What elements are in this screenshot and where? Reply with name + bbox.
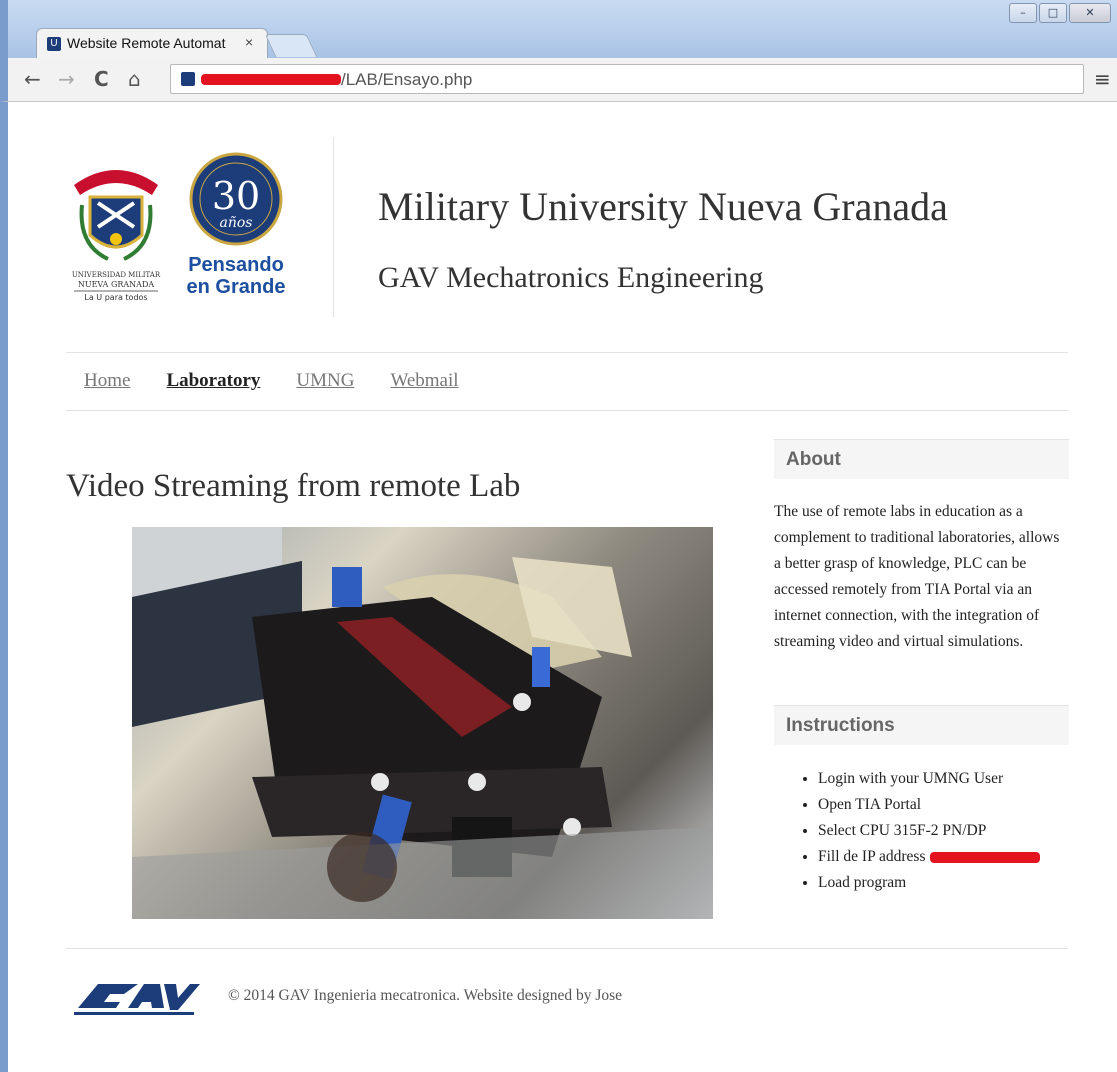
site-favicon-icon: U (47, 37, 61, 51)
browser-tab[interactable]: U Website Remote Automat × (36, 28, 268, 58)
tab-close-icon[interactable]: × (245, 34, 253, 50)
instruction-text: Open TIA Portal (818, 796, 922, 813)
list-item: Login with your UMNG User (818, 766, 1069, 792)
nav-webmail[interactable]: Webmail (390, 370, 458, 392)
umng-crest-logo: UNIVERSIDAD MILITAR NUEVA GRANADA La U p… (72, 170, 161, 302)
address-bar[interactable]: /LAB/Ensayo.php (170, 64, 1084, 94)
list-item: Load program (818, 870, 1069, 896)
instruction-text: Load program (818, 874, 907, 891)
header-divider (333, 137, 334, 317)
close-window-button[interactable]: ✕ (1069, 3, 1111, 23)
back-arrow-icon[interactable]: ← (24, 68, 41, 90)
instructions-heading: Instructions (774, 705, 1069, 745)
window-frame (0, 102, 8, 1072)
instruction-text: Fill de IP address (818, 848, 926, 865)
nav-home[interactable]: Home (84, 370, 130, 392)
logo-tagline-2: en Grande (187, 276, 286, 298)
home-icon[interactable]: ⌂ (128, 68, 141, 90)
instruction-text: Select CPU 315F-2 PN/DP (818, 822, 987, 839)
nav-umng[interactable]: UMNG (296, 370, 354, 392)
minimize-button[interactable]: – (1009, 3, 1037, 23)
logo-line-1: UNIVERSIDAD MILITAR (72, 271, 161, 279)
site-header: UNIVERSIDAD MILITAR NUEVA GRANADA La U p… (60, 135, 1070, 325)
logo-tagline-1: Pensando (188, 254, 284, 276)
page-title: Video Streaming from remote Lab (66, 468, 521, 504)
redacted-ip (929, 851, 1040, 863)
browser-toolbar: ← → C ⌂ /LAB/Ensayo.php ≡ (0, 58, 1117, 102)
list-item: Open TIA Portal (818, 792, 1069, 818)
nav-top-divider (66, 352, 1068, 353)
logo-line-3: La U para todos (84, 293, 147, 302)
footer-divider (66, 948, 1068, 949)
gav-logo (74, 984, 200, 1015)
forward-arrow-icon[interactable]: → (58, 68, 75, 90)
redacted-host (201, 74, 341, 85)
nav-laboratory[interactable]: Laboratory (166, 370, 260, 392)
maximize-button[interactable]: □ (1039, 3, 1067, 23)
site-favicon-icon (181, 72, 195, 86)
footer-copyright: © 2014 GAV Ingenieria mecatronica. Websi… (228, 987, 623, 1004)
anniversary-30-logo: 30 años Pensando en Grande (187, 152, 286, 298)
list-item: Select CPU 315F-2 PN/DP (818, 818, 1069, 844)
main-nav: Home Laboratory UMNG Webmail (84, 370, 459, 392)
video-stream[interactable] (132, 527, 713, 919)
site-subtitle: GAV Mechatronics Engineering (378, 261, 764, 294)
about-text: The use of remote labs in education as a… (774, 503, 1060, 650)
menu-icon[interactable]: ≡ (1094, 67, 1111, 91)
tab-title: Website Remote Automat (67, 35, 226, 51)
instruction-text: Login with your UMNG User (818, 770, 1004, 787)
video-frame-image (132, 527, 713, 919)
url-path: /LAB/Ensayo.php (341, 70, 473, 89)
window-controls: – □ ✕ (1009, 3, 1111, 23)
logo-30-number: 30 (212, 174, 260, 218)
instructions-list: Login with your UMNG User Open TIA Porta… (774, 766, 1069, 896)
new-tab-button[interactable] (264, 34, 318, 57)
logo-line-2: NUEVA GRANADA (78, 280, 155, 289)
reload-icon[interactable]: C (94, 68, 109, 90)
browser-titlebar: U Website Remote Automat × – □ ✕ (0, 0, 1117, 58)
list-item: Fill de IP address (818, 844, 1069, 870)
about-heading: About (774, 439, 1069, 479)
site-title: Military University Nueva Granada (378, 184, 948, 229)
nav-bottom-divider (66, 410, 1068, 411)
logo-30-word: años (220, 215, 253, 231)
